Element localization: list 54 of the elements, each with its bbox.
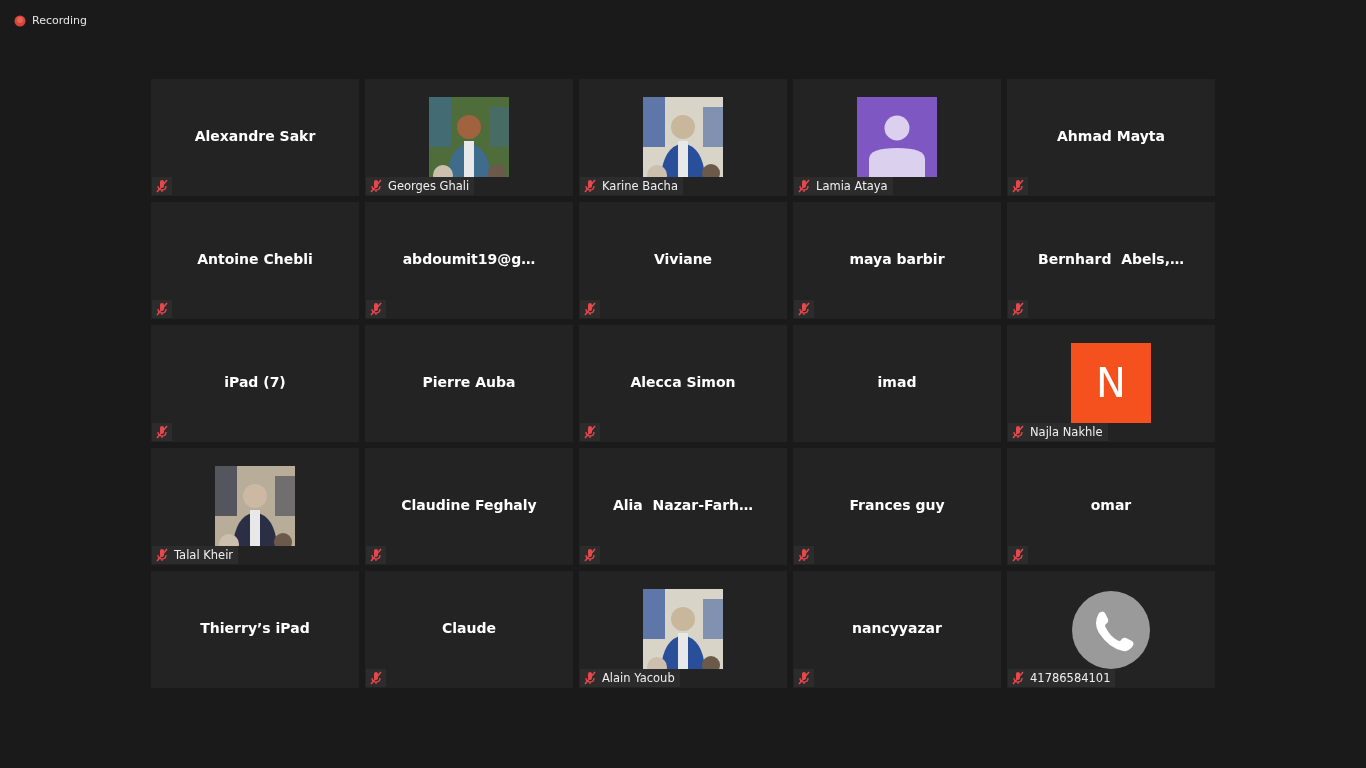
participant-tile[interactable]: Viviane bbox=[579, 202, 787, 319]
participant-tile[interactable]: imad bbox=[793, 325, 1001, 442]
recording-label: Recording bbox=[32, 14, 88, 27]
participant-tile[interactable]: Alain Yacoub bbox=[579, 571, 787, 688]
recording-icon bbox=[14, 14, 26, 27]
participant-tile[interactable]: Georges Ghali bbox=[365, 79, 573, 196]
participant-name: nancyyazar bbox=[852, 619, 942, 636]
participant-name: Alia Nazar-Farh… bbox=[612, 496, 754, 513]
phone-icon bbox=[1072, 591, 1150, 669]
participant-tile[interactable]: maya barbir bbox=[793, 202, 1001, 319]
participant-tile[interactable]: Antoine Chebli bbox=[151, 202, 359, 319]
participant-name: Talal Kheir bbox=[174, 548, 234, 562]
participant-tile[interactable]: Claudine Feghaly bbox=[365, 448, 573, 565]
participant-name: Georges Ghali bbox=[388, 179, 470, 193]
participant-tile[interactable]: abdoumit19@g… bbox=[365, 202, 573, 319]
participant-name: omar bbox=[1090, 496, 1132, 513]
participant-name: Frances guy bbox=[849, 496, 945, 513]
participant-name: imad bbox=[877, 373, 917, 390]
participant-tile[interactable]: N Najla Nakhle bbox=[1007, 325, 1215, 442]
participant-tile[interactable]: Thierry’s iPad bbox=[151, 571, 359, 688]
participant-tile[interactable]: nancyyazar bbox=[793, 571, 1001, 688]
participant-name: Ahmad Mayta bbox=[1057, 127, 1165, 144]
participant-name: Antoine Chebli bbox=[197, 250, 313, 267]
participant-name: abdoumit19@g… bbox=[402, 250, 536, 267]
participant-name: Bernhard Abels,… bbox=[1038, 250, 1184, 267]
participant-tile[interactable]: iPad (7) bbox=[151, 325, 359, 442]
participant-name: Pierre Auba bbox=[422, 373, 516, 390]
participant-name: Karine Bacha bbox=[602, 179, 678, 193]
participant-tile[interactable]: Alia Nazar-Farh… bbox=[579, 448, 787, 565]
participant-tile[interactable]: Pierre Auba bbox=[365, 325, 573, 442]
participant-tile[interactable]: Alecca Simon bbox=[579, 325, 787, 442]
participant-name: 41786584101 bbox=[1030, 671, 1111, 685]
initial-avatar: N bbox=[1071, 343, 1151, 423]
participant-name: Alecca Simon bbox=[630, 373, 736, 390]
participant-tile[interactable]: Ahmad Mayta bbox=[1007, 79, 1215, 196]
participant-tile[interactable]: Alexandre Sakr bbox=[151, 79, 359, 196]
participant-name: Claudine Feghaly bbox=[401, 496, 537, 513]
participant-name: Lamia Ataya bbox=[816, 179, 888, 193]
participant-name: Claude bbox=[442, 619, 496, 636]
participant-name: Viviane bbox=[653, 250, 713, 267]
participant-tile[interactable]: Claude bbox=[365, 571, 573, 688]
participant-tile[interactable]: omar bbox=[1007, 448, 1215, 565]
participant-tile[interactable]: Lamia Ataya bbox=[793, 79, 1001, 196]
participant-tile[interactable]: Bernhard Abels,… bbox=[1007, 202, 1215, 319]
participant-tile[interactable]: Karine Bacha bbox=[579, 79, 787, 196]
participant-name: Najla Nakhle bbox=[1030, 425, 1103, 439]
participant-tile[interactable]: 41786584101 bbox=[1007, 571, 1215, 688]
participant-tile[interactable]: Frances guy bbox=[793, 448, 1001, 565]
participant-tile[interactable]: Talal Kheir bbox=[151, 448, 359, 565]
participant-name: maya barbir bbox=[849, 250, 945, 267]
participant-name: Alexandre Sakr bbox=[194, 127, 316, 144]
participant-name: Thierry’s iPad bbox=[200, 619, 310, 636]
participant-name: iPad (7) bbox=[224, 373, 286, 390]
participant-name: Alain Yacoub bbox=[602, 671, 675, 685]
